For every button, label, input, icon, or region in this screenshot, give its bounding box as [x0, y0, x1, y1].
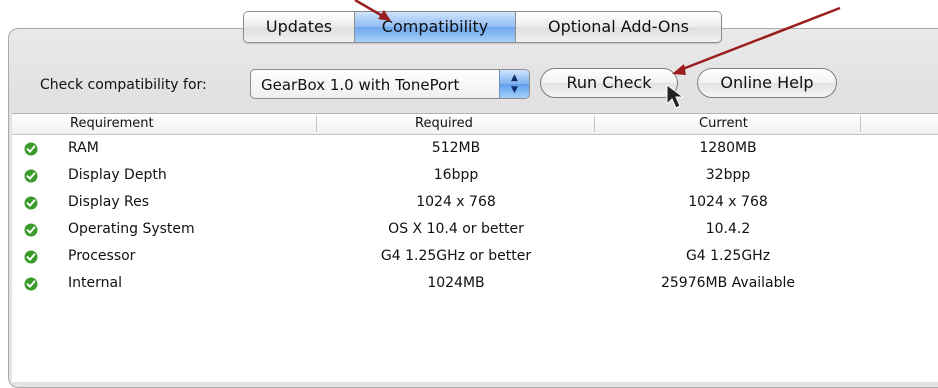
check-icon [24, 250, 38, 264]
cell-requirement: Display Depth [68, 167, 167, 183]
cell-required: 1024MB [427, 275, 485, 291]
table-row[interactable]: Internal 1024MB 25976MB Available [12, 270, 938, 297]
tab-optional-add-ons[interactable]: Optional Add-Ons [516, 12, 721, 42]
cell-requirement: Processor [68, 248, 136, 264]
tab-bar: Updates Compatibility Optional Add-Ons [243, 11, 722, 43]
table-row[interactable]: Display Depth 16bpp 32bpp [12, 162, 938, 189]
check-icon [24, 277, 38, 291]
requirements-table: Requirement Required Current RAM 512MB 128… [12, 113, 938, 382]
column-divider [860, 116, 861, 132]
cell-required: OS X 10.4 or better [388, 221, 524, 237]
cell-current: 1024 x 768 [688, 194, 768, 210]
column-header-current[interactable]: Current [699, 114, 748, 134]
select-stepper-icon[interactable]: ▲ ▼ [499, 70, 529, 98]
device-select-value: GearBox 1.0 with TonePort [261, 76, 460, 94]
table-row[interactable]: Operating System OS X 10.4 or better 10.4.… [12, 216, 938, 243]
online-help-button[interactable]: Online Help [697, 68, 837, 98]
cell-requirement: RAM [68, 140, 99, 156]
table-row[interactable]: Display Res 1024 x 768 1024 x 768 [12, 189, 938, 216]
cell-current: 10.4.2 [705, 221, 751, 237]
column-divider [594, 116, 595, 132]
cell-current: 25976MB Available [660, 275, 796, 291]
cell-requirement: Display Res [68, 194, 150, 210]
cell-required: G4 1.25GHz or better [380, 248, 532, 264]
cell-current: 1280MB [699, 140, 757, 156]
cell-required: 1024 x 768 [416, 194, 496, 210]
check-icon [24, 196, 38, 210]
column-header-required[interactable]: Required [415, 114, 473, 134]
device-select[interactable]: GearBox 1.0 with TonePort ▲ ▼ [250, 69, 530, 99]
column-divider [316, 116, 317, 132]
stepper-arrows: ▲ ▼ [511, 73, 518, 95]
cell-current: G4 1.25GHz [685, 248, 771, 264]
table-row[interactable]: Processor G4 1.25GHz or better G4 1.25GHz [12, 243, 938, 270]
run-check-button[interactable]: Run Check [540, 68, 678, 98]
cell-required: 512MB [431, 140, 481, 156]
check-compatibility-label: Check compatibility for: [40, 77, 207, 93]
column-header-requirement[interactable]: Requirement [70, 114, 154, 134]
cell-requirement: Operating System [68, 221, 195, 237]
cell-required: 16bpp [433, 167, 479, 183]
cell-requirement: Internal [68, 275, 122, 291]
table-header: Requirement Required Current [12, 114, 938, 135]
table-body: RAM 512MB 1280MB Display Depth 16bpp 32bpp Dis… [12, 135, 938, 297]
table-row[interactable]: RAM 512MB 1280MB [12, 135, 938, 162]
tab-updates[interactable]: Updates [244, 12, 355, 42]
check-icon [24, 169, 38, 183]
check-icon [24, 142, 38, 156]
check-icon [24, 223, 38, 237]
tab-compatibility[interactable]: Compatibility [355, 12, 516, 42]
cell-current: 32bpp [705, 167, 751, 183]
